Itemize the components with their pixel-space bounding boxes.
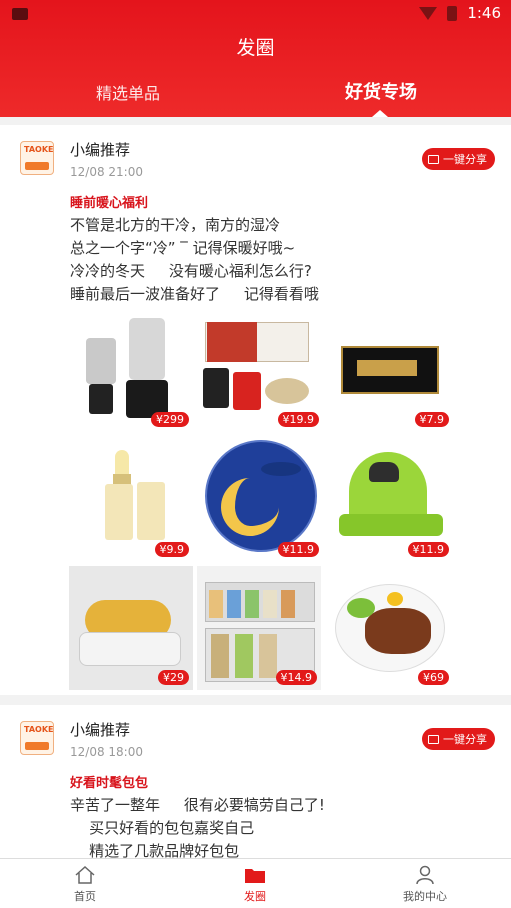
avatar[interactable]: TAOKE [20,141,54,175]
post-author: 小编推荐 [70,721,131,739]
folder-icon [244,865,266,885]
post-subject: 睡前暖心福利 [70,196,149,211]
product-lip-balm[interactable]: ¥9.9 [69,438,193,562]
nav-label: 首页 [74,890,96,903]
share-icon [428,154,439,164]
product-price: ¥299 [151,412,189,427]
product-price: ¥9.9 [154,542,189,557]
product-window-cleaner[interactable]: ¥11.9 [329,438,453,562]
share-button[interactable]: 一键分享 [422,728,495,750]
share-button[interactable]: 一键分享 [422,148,495,170]
tab-bar: 精选单品 好货专场 [0,74,511,117]
product-blender[interactable]: ¥299 [69,308,193,432]
bottom-nav: 首页 发圈 我的中心 [0,858,511,908]
nav-label: 我的中心 [403,890,447,903]
nav-home[interactable]: 首页 [35,865,135,904]
nav-label: 发圈 [244,890,266,903]
product-price: ¥11.9 [277,542,319,557]
nav-moments[interactable]: 发圈 [205,865,305,904]
product-ginseng-gift-box[interactable]: ¥7.9 [329,308,453,432]
post-time: 12/08 18:00 [70,745,143,759]
tab-selected-items[interactable]: 精选单品 [96,80,160,104]
person-icon [414,865,436,885]
tab-good-goods[interactable]: 好货专场 [345,78,417,104]
wifi-icon [419,6,438,20]
status-bar: 1:46 [0,0,511,28]
home-icon [74,865,96,885]
product-price: ¥19.9 [277,412,319,427]
post-author: 小编推荐 [70,141,131,159]
product-price: ¥14.9 [275,670,317,685]
notification-icon [12,8,28,20]
post-time: 12/08 21:00 [70,165,143,179]
product-moon-plate[interactable]: ¥11.9 [199,438,323,562]
product-steak-plate[interactable]: ¥69 [329,566,453,690]
page-title: 发圈 [236,37,275,59]
product-instant-food-box[interactable]: ¥19.9 [199,308,323,432]
post-card: TAOKE 小编推荐 12/08 21:00 一键分享 睡前暖心福利 不管是北方… [0,125,511,695]
feed[interactable]: TAOKE 小编推荐 12/08 21:00 一键分享 睡前暖心福利 不管是北方… [0,125,511,858]
avatar[interactable]: TAOKE [20,721,54,755]
post-body: 不管是北方的干冷，南方的湿冷 总之一个字“冷” ‾ 记得保暖好哦~ 冷冷的冬天 … [70,216,319,303]
post-card: TAOKE 小编推荐 12/08 18:00 一键分享 好看时髦包包 辛苦了一整… [0,705,511,858]
share-label: 一键分享 [443,733,487,746]
status-time: 1:46 [467,4,501,22]
product-price: ¥11.9 [407,542,449,557]
product-price: ¥7.9 [414,412,449,427]
post-body: 辛苦了一整年 很有必要犒劳自己了! 买只好看的包包嘉奖自己 精选了几款品牌好包包 [70,796,325,858]
share-label: 一键分享 [443,153,487,166]
battery-icon [447,5,458,21]
nav-profile[interactable]: 我的中心 [375,865,475,904]
app-header: 1:46 发圈 精选单品 好货专场 [0,0,511,117]
product-price: ¥29 [158,670,189,685]
share-icon [428,734,439,744]
product-storage-containers[interactable]: ¥14.9 [197,566,321,690]
product-capsule-jar[interactable]: ¥29 [69,566,193,690]
post-subject: 好看时髦包包 [70,776,149,791]
tab-indicator [372,110,388,117]
product-price: ¥69 [418,670,449,685]
